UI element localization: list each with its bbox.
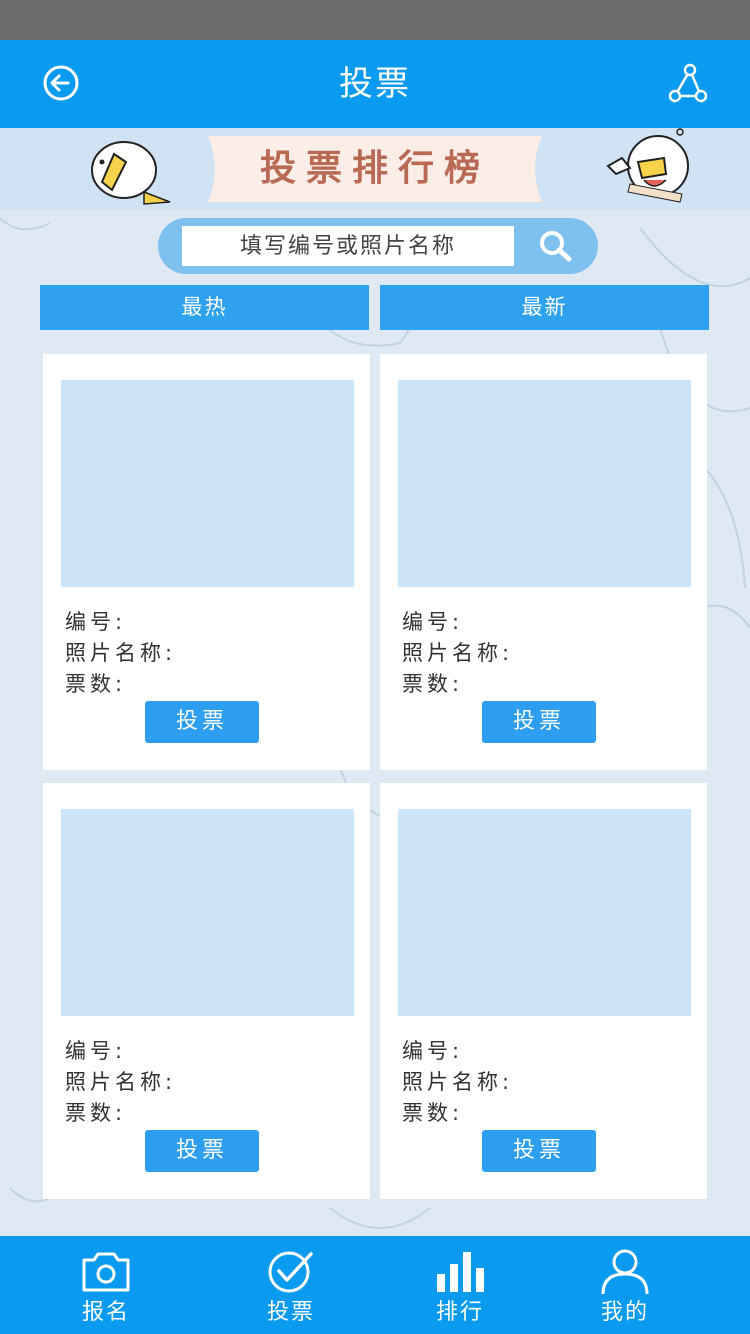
card-name-label: 照片名称: <box>402 641 514 665</box>
photo-card: 编号: 照片名称: 票数: 投票 <box>380 354 707 770</box>
vote-button[interactable]: 投票 <box>482 1130 596 1172</box>
tabbar-label-signup: 报名 <box>81 1300 130 1325</box>
card-votes-label: 票数: <box>402 672 464 696</box>
photo-card: 编号: 照片名称: 票数: 投票 <box>43 354 370 770</box>
card-id-label: 编号: <box>402 610 464 634</box>
tabbar-label-mine: 我的 <box>600 1300 649 1325</box>
photo-placeholder[interactable] <box>398 809 691 1016</box>
photo-card: 编号: 照片名称: 票数: 投票 <box>380 783 707 1199</box>
status-bar <box>0 0 750 40</box>
tabbar-label-ranking: 排行 <box>435 1300 484 1325</box>
bottom-tab-bar: 报名 投票 排行 我的 <box>0 1236 750 1334</box>
card-name-label: 照片名称: <box>402 1070 514 1094</box>
tabbar-item-ranking[interactable]: 排行 <box>390 1236 530 1334</box>
bar-chart-icon <box>437 1252 484 1292</box>
photo-card: 编号: 照片名称: 票数: 投票 <box>43 783 370 1199</box>
tab-hottest[interactable]: 最热 <box>40 285 369 330</box>
photo-placeholder[interactable] <box>398 380 691 587</box>
tab-newest[interactable]: 最新 <box>380 285 709 330</box>
card-id-label: 编号: <box>402 1039 464 1063</box>
card-name-label: 照片名称: <box>65 1070 177 1094</box>
card-votes-label: 票数: <box>402 1101 464 1125</box>
card-id-label: 编号: <box>65 610 127 634</box>
card-id-label: 编号: <box>65 1039 127 1063</box>
card-name-label: 照片名称: <box>65 641 177 665</box>
search-icon[interactable] <box>536 228 576 264</box>
share-icon[interactable] <box>666 62 710 106</box>
main-content: 投票排行榜 最热 最新 编号: 照片名称: 票数: <box>0 128 750 1236</box>
vote-button[interactable]: 投票 <box>482 701 596 743</box>
photo-placeholder[interactable] <box>61 809 354 1016</box>
card-votes-label: 票数: <box>65 1101 127 1125</box>
card-votes-label: 票数: <box>65 672 127 696</box>
mascot-right-icon <box>606 128 689 203</box>
search-input[interactable] <box>182 226 514 266</box>
vote-button[interactable]: 投票 <box>145 701 259 743</box>
page-title: 投票 <box>339 64 411 104</box>
photo-placeholder[interactable] <box>61 380 354 587</box>
tabbar-label-vote: 投票 <box>266 1300 315 1325</box>
camera-icon <box>82 1252 130 1292</box>
tabbar-item-signup[interactable]: 报名 <box>36 1236 176 1334</box>
check-circle-icon <box>268 1251 313 1293</box>
mascot-left-icon <box>91 141 171 205</box>
banner-title: 投票排行榜 <box>259 148 490 189</box>
nav-bar: 投票 <box>0 40 750 128</box>
ranking-banner: 投票排行榜 <box>0 128 750 210</box>
vote-button[interactable]: 投票 <box>145 1130 259 1172</box>
tabbar-item-mine[interactable]: 我的 <box>555 1236 695 1334</box>
user-icon <box>601 1249 649 1294</box>
tabbar-item-vote[interactable]: 投票 <box>221 1236 361 1334</box>
search-bar <box>158 218 598 274</box>
